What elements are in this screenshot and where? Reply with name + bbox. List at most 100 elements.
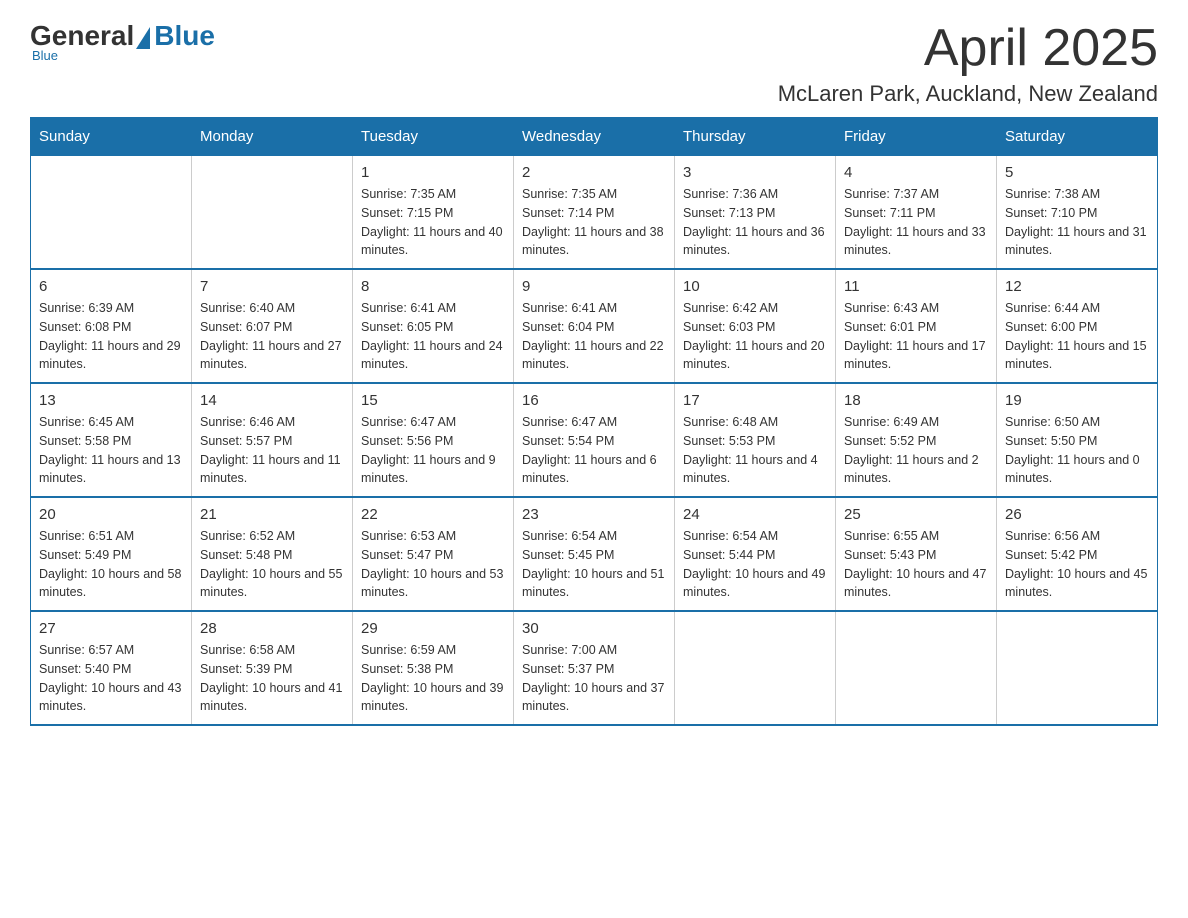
day-info: Sunrise: 6:45 AMSunset: 5:58 PMDaylight:…	[39, 413, 183, 488]
day-info: Sunrise: 6:46 AMSunset: 5:57 PMDaylight:…	[200, 413, 344, 488]
day-number: 8	[361, 278, 505, 295]
logo-underline-text: Blue	[32, 48, 58, 63]
day-number: 29	[361, 620, 505, 637]
calendar-body: 1Sunrise: 7:35 AMSunset: 7:15 PMDaylight…	[31, 156, 1158, 726]
cell-w2-d4: 9 Sunrise: 6:41 AMSunset: 6:04 PMDaylight…	[514, 269, 675, 383]
day-info: Sunrise: 6:44 AMSunset: 6:00 PMDaylight:…	[1005, 299, 1149, 374]
day-info: Sunrise: 6:58 AMSunset: 5:39 PMDaylight:…	[200, 641, 344, 716]
cell-w2-d5: 10Sunrise: 6:42 AMSunset: 6:03 PMDayligh…	[675, 269, 836, 383]
day-number: 17	[683, 392, 827, 409]
cell-w1-d3: 1Sunrise: 7:35 AMSunset: 7:15 PMDaylight…	[353, 156, 514, 270]
day-number: 20	[39, 506, 183, 523]
cell-w4-d7: 26 Sunrise: 6:56 AMSunset: 5:42 PMDayligh…	[997, 497, 1158, 611]
day-info: Sunrise: 7:38 AMSunset: 7:10 PMDaylight:…	[1005, 185, 1149, 260]
cell-w3-d7: 19 Sunrise: 6:50 AMSunset: 5:50 PMDayligh…	[997, 383, 1158, 497]
week-row-4: 20 Sunrise: 6:51 AMSunset: 5:49 PMDayligh…	[31, 497, 1158, 611]
calendar-header: SundayMondayTuesdayWednesdayThursdayFrid…	[31, 118, 1158, 156]
cell-w4-d2: 21 Sunrise: 6:52 AMSunset: 5:48 PMDayligh…	[192, 497, 353, 611]
cell-w3-d6: 18 Sunrise: 6:49 AMSunset: 5:52 PMDayligh…	[836, 383, 997, 497]
day-info: Sunrise: 6:57 AMSunset: 5:40 PMDaylight:…	[39, 641, 183, 716]
logo: General Blue Blue	[30, 20, 215, 63]
cell-w2-d1: 6 Sunrise: 6:39 AMSunset: 6:08 PMDaylight…	[31, 269, 192, 383]
header-wednesday: Wednesday	[514, 118, 675, 156]
cell-w5-d6	[836, 611, 997, 725]
day-info: Sunrise: 6:40 AMSunset: 6:07 PMDaylight:…	[200, 299, 344, 374]
cell-w4-d3: 22 Sunrise: 6:53 AMSunset: 5:47 PMDayligh…	[353, 497, 514, 611]
cell-w1-d4: 2 Sunrise: 7:35 AMSunset: 7:14 PMDaylight…	[514, 156, 675, 270]
day-info: Sunrise: 6:41 AMSunset: 6:05 PMDaylight:…	[361, 299, 505, 374]
day-number: 30	[522, 620, 666, 637]
day-number: 5	[1005, 164, 1149, 181]
day-number: 23	[522, 506, 666, 523]
cell-w3-d5: 17Sunrise: 6:48 AMSunset: 5:53 PMDayligh…	[675, 383, 836, 497]
day-info: Sunrise: 6:47 AMSunset: 5:56 PMDaylight:…	[361, 413, 505, 488]
location-subtitle: McLaren Park, Auckland, New Zealand	[778, 81, 1158, 107]
day-info: Sunrise: 7:00 AMSunset: 5:37 PMDaylight:…	[522, 641, 666, 716]
header-friday: Friday	[836, 118, 997, 156]
cell-w4-d5: 24 Sunrise: 6:54 AMSunset: 5:44 PMDayligh…	[675, 497, 836, 611]
day-info: Sunrise: 6:42 AMSunset: 6:03 PMDaylight:…	[683, 299, 827, 374]
day-number: 26	[1005, 506, 1149, 523]
day-info: Sunrise: 7:35 AMSunset: 7:14 PMDaylight:…	[522, 185, 666, 260]
day-info: Sunrise: 6:50 AMSunset: 5:50 PMDaylight:…	[1005, 413, 1149, 488]
day-number: 14	[200, 392, 344, 409]
week-row-3: 13 Sunrise: 6:45 AMSunset: 5:58 PMDayligh…	[31, 383, 1158, 497]
cell-w4-d6: 25Sunrise: 6:55 AMSunset: 5:43 PMDayligh…	[836, 497, 997, 611]
title-section: April 2025 McLaren Park, Auckland, New Z…	[778, 20, 1158, 107]
cell-w5-d5	[675, 611, 836, 725]
day-info: Sunrise: 6:53 AMSunset: 5:47 PMDaylight:…	[361, 527, 505, 602]
day-number: 11	[844, 278, 988, 295]
header-row: SundayMondayTuesdayWednesdayThursdayFrid…	[31, 118, 1158, 156]
day-number: 18	[844, 392, 988, 409]
cell-w2-d7: 12 Sunrise: 6:44 AMSunset: 6:00 PMDayligh…	[997, 269, 1158, 383]
day-info: Sunrise: 6:49 AMSunset: 5:52 PMDaylight:…	[844, 413, 988, 488]
day-info: Sunrise: 6:39 AMSunset: 6:08 PMDaylight:…	[39, 299, 183, 374]
day-info: Sunrise: 6:47 AMSunset: 5:54 PMDaylight:…	[522, 413, 666, 488]
cell-w1-d6: 4 Sunrise: 7:37 AMSunset: 7:11 PMDaylight…	[836, 156, 997, 270]
day-number: 2	[522, 164, 666, 181]
day-number: 9	[522, 278, 666, 295]
day-info: Sunrise: 6:51 AMSunset: 5:49 PMDaylight:…	[39, 527, 183, 602]
cell-w4-d1: 20 Sunrise: 6:51 AMSunset: 5:49 PMDayligh…	[31, 497, 192, 611]
day-info: Sunrise: 6:56 AMSunset: 5:42 PMDaylight:…	[1005, 527, 1149, 602]
cell-w1-d2	[192, 156, 353, 270]
day-info: Sunrise: 6:52 AMSunset: 5:48 PMDaylight:…	[200, 527, 344, 602]
day-number: 19	[1005, 392, 1149, 409]
day-number: 15	[361, 392, 505, 409]
cell-w5-d1: 27 Sunrise: 6:57 AMSunset: 5:40 PMDayligh…	[31, 611, 192, 725]
cell-w2-d2: 7Sunrise: 6:40 AMSunset: 6:07 PMDaylight…	[192, 269, 353, 383]
day-info: Sunrise: 6:55 AMSunset: 5:43 PMDaylight:…	[844, 527, 988, 602]
day-number: 22	[361, 506, 505, 523]
cell-w2-d3: 8 Sunrise: 6:41 AMSunset: 6:05 PMDaylight…	[353, 269, 514, 383]
day-info: Sunrise: 6:54 AMSunset: 5:45 PMDaylight:…	[522, 527, 666, 602]
week-row-5: 27 Sunrise: 6:57 AMSunset: 5:40 PMDayligh…	[31, 611, 1158, 725]
cell-w1-d5: 3Sunrise: 7:36 AMSunset: 7:13 PMDaylight…	[675, 156, 836, 270]
week-row-1: 1Sunrise: 7:35 AMSunset: 7:15 PMDaylight…	[31, 156, 1158, 270]
calendar-table: SundayMondayTuesdayWednesdayThursdayFrid…	[30, 117, 1158, 726]
day-number: 21	[200, 506, 344, 523]
day-info: Sunrise: 7:36 AMSunset: 7:13 PMDaylight:…	[683, 185, 827, 260]
day-info: Sunrise: 6:41 AMSunset: 6:04 PMDaylight:…	[522, 299, 666, 374]
day-number: 6	[39, 278, 183, 295]
day-number: 4	[844, 164, 988, 181]
day-number: 24	[683, 506, 827, 523]
main-title: April 2025	[778, 20, 1158, 77]
header-monday: Monday	[192, 118, 353, 156]
day-info: Sunrise: 6:59 AMSunset: 5:38 PMDaylight:…	[361, 641, 505, 716]
page-header: General Blue Blue April 2025 McLaren Par…	[30, 20, 1158, 107]
day-number: 27	[39, 620, 183, 637]
day-number: 28	[200, 620, 344, 637]
day-info: Sunrise: 7:37 AMSunset: 7:11 PMDaylight:…	[844, 185, 988, 260]
cell-w5-d3: 29 Sunrise: 6:59 AMSunset: 5:38 PMDayligh…	[353, 611, 514, 725]
header-tuesday: Tuesday	[353, 118, 514, 156]
cell-w5-d2: 28 Sunrise: 6:58 AMSunset: 5:39 PMDayligh…	[192, 611, 353, 725]
day-number: 13	[39, 392, 183, 409]
cell-w4-d4: 23 Sunrise: 6:54 AMSunset: 5:45 PMDayligh…	[514, 497, 675, 611]
day-number: 12	[1005, 278, 1149, 295]
day-info: Sunrise: 6:54 AMSunset: 5:44 PMDaylight:…	[683, 527, 827, 602]
cell-w5-d7	[997, 611, 1158, 725]
logo-blue-text: Blue	[154, 20, 215, 52]
header-sunday: Sunday	[31, 118, 192, 156]
week-row-2: 6 Sunrise: 6:39 AMSunset: 6:08 PMDaylight…	[31, 269, 1158, 383]
logo-triangle-icon	[136, 27, 150, 49]
